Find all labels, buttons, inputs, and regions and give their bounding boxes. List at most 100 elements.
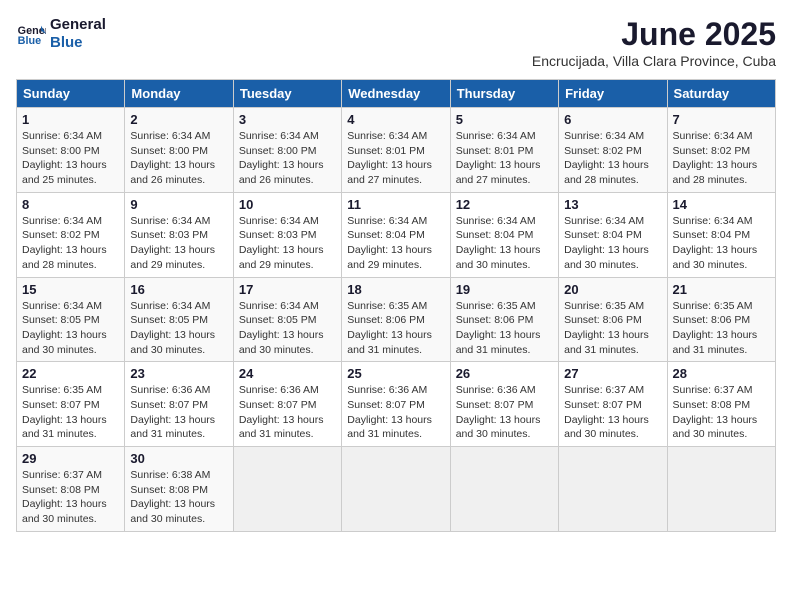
table-row: 20 Sunrise: 6:35 AMSunset: 8:06 PMDayligh… bbox=[559, 277, 667, 362]
day-number: 23 bbox=[130, 366, 227, 381]
header-tuesday: Tuesday bbox=[233, 80, 341, 108]
day-number: 4 bbox=[347, 112, 444, 127]
day-number: 2 bbox=[130, 112, 227, 127]
day-number: 27 bbox=[564, 366, 661, 381]
day-number: 12 bbox=[456, 197, 553, 212]
day-info: Sunrise: 6:34 AMSunset: 8:02 PMDaylight:… bbox=[564, 129, 661, 188]
day-number: 26 bbox=[456, 366, 553, 381]
day-info: Sunrise: 6:35 AMSunset: 8:06 PMDaylight:… bbox=[347, 299, 444, 358]
day-number: 29 bbox=[22, 451, 119, 466]
table-row: 6 Sunrise: 6:34 AMSunset: 8:02 PMDaylight… bbox=[559, 108, 667, 193]
table-row: 25 Sunrise: 6:36 AMSunset: 8:07 PMDayligh… bbox=[342, 362, 450, 447]
calendar-table: Sunday Monday Tuesday Wednesday Thursday… bbox=[16, 79, 776, 532]
day-info: Sunrise: 6:36 AMSunset: 8:07 PMDaylight:… bbox=[239, 383, 336, 442]
day-info: Sunrise: 6:34 AMSunset: 8:05 PMDaylight:… bbox=[239, 299, 336, 358]
day-info: Sunrise: 6:34 AMSunset: 8:04 PMDaylight:… bbox=[564, 214, 661, 273]
table-row: 12 Sunrise: 6:34 AMSunset: 8:04 PMDayligh… bbox=[450, 192, 558, 277]
day-number: 18 bbox=[347, 282, 444, 297]
day-info: Sunrise: 6:34 AMSunset: 8:02 PMDaylight:… bbox=[22, 214, 119, 273]
table-row: 13 Sunrise: 6:34 AMSunset: 8:04 PMDayligh… bbox=[559, 192, 667, 277]
day-info: Sunrise: 6:36 AMSunset: 8:07 PMDaylight:… bbox=[456, 383, 553, 442]
day-info: Sunrise: 6:37 AMSunset: 8:08 PMDaylight:… bbox=[22, 468, 119, 527]
table-row: 18 Sunrise: 6:35 AMSunset: 8:06 PMDayligh… bbox=[342, 277, 450, 362]
header-friday: Friday bbox=[559, 80, 667, 108]
table-row: 14 Sunrise: 6:34 AMSunset: 8:04 PMDayligh… bbox=[667, 192, 775, 277]
day-number: 13 bbox=[564, 197, 661, 212]
header-monday: Monday bbox=[125, 80, 233, 108]
day-number: 30 bbox=[130, 451, 227, 466]
title-block: June 2025 Encrucijada, Villa Clara Provi… bbox=[532, 16, 776, 69]
day-number: 7 bbox=[673, 112, 770, 127]
day-number: 9 bbox=[130, 197, 227, 212]
table-row: 1 Sunrise: 6:34 AMSunset: 8:00 PMDaylight… bbox=[17, 108, 125, 193]
table-row: 29 Sunrise: 6:37 AMSunset: 8:08 PMDayligh… bbox=[17, 447, 125, 532]
svg-text:Blue: Blue bbox=[18, 35, 41, 47]
day-number: 8 bbox=[22, 197, 119, 212]
day-info: Sunrise: 6:36 AMSunset: 8:07 PMDaylight:… bbox=[347, 383, 444, 442]
table-row: 21 Sunrise: 6:35 AMSunset: 8:06 PMDayligh… bbox=[667, 277, 775, 362]
header-wednesday: Wednesday bbox=[342, 80, 450, 108]
day-info: Sunrise: 6:34 AMSunset: 8:00 PMDaylight:… bbox=[130, 129, 227, 188]
day-number: 15 bbox=[22, 282, 119, 297]
day-info: Sunrise: 6:37 AMSunset: 8:08 PMDaylight:… bbox=[673, 383, 770, 442]
table-row: 9 Sunrise: 6:34 AMSunset: 8:03 PMDaylight… bbox=[125, 192, 233, 277]
day-info: Sunrise: 6:34 AMSunset: 8:04 PMDaylight:… bbox=[673, 214, 770, 273]
day-number: 3 bbox=[239, 112, 336, 127]
day-number: 1 bbox=[22, 112, 119, 127]
table-row: 19Sunrise: 6:35 AMSunset: 8:06 PMDayligh… bbox=[450, 277, 558, 362]
table-row: 7 Sunrise: 6:34 AMSunset: 8:02 PMDaylight… bbox=[667, 108, 775, 193]
day-number: 25 bbox=[347, 366, 444, 381]
logo-icon: General Blue bbox=[16, 19, 46, 49]
day-number: 6 bbox=[564, 112, 661, 127]
page-header: General Blue General Blue June 2025 Encr… bbox=[16, 16, 776, 69]
table-row: 10 Sunrise: 6:34 AMSunset: 8:03 PMDayligh… bbox=[233, 192, 341, 277]
table-row bbox=[450, 447, 558, 532]
table-row: 28 Sunrise: 6:37 AMSunset: 8:08 PMDayligh… bbox=[667, 362, 775, 447]
header-saturday: Saturday bbox=[667, 80, 775, 108]
day-info: Sunrise: 6:34 AMSunset: 8:00 PMDaylight:… bbox=[22, 129, 119, 188]
day-info: Sunrise: 6:34 AMSunset: 8:03 PMDaylight:… bbox=[239, 214, 336, 273]
header-thursday: Thursday bbox=[450, 80, 558, 108]
day-number: 21 bbox=[673, 282, 770, 297]
table-row: 5 Sunrise: 6:34 AMSunset: 8:01 PMDaylight… bbox=[450, 108, 558, 193]
day-info: Sunrise: 6:34 AMSunset: 8:05 PMDaylight:… bbox=[22, 299, 119, 358]
table-row bbox=[667, 447, 775, 532]
table-row bbox=[559, 447, 667, 532]
day-number: 10 bbox=[239, 197, 336, 212]
day-number: 16 bbox=[130, 282, 227, 297]
day-number: 19 bbox=[456, 282, 553, 297]
day-number: 20 bbox=[564, 282, 661, 297]
day-info: Sunrise: 6:34 AMSunset: 8:01 PMDaylight:… bbox=[456, 129, 553, 188]
table-row: 2 Sunrise: 6:34 AMSunset: 8:00 PMDaylight… bbox=[125, 108, 233, 193]
day-number: 17 bbox=[239, 282, 336, 297]
table-row: 3Sunrise: 6:34 AMSunset: 8:00 PMDaylight… bbox=[233, 108, 341, 193]
table-row: 24 Sunrise: 6:36 AMSunset: 8:07 PMDayligh… bbox=[233, 362, 341, 447]
day-info: Sunrise: 6:34 AMSunset: 8:05 PMDaylight:… bbox=[130, 299, 227, 358]
day-info: Sunrise: 6:35 AMSunset: 8:06 PMDaylight:… bbox=[564, 299, 661, 358]
table-row: 8 Sunrise: 6:34 AMSunset: 8:02 PMDaylight… bbox=[17, 192, 125, 277]
table-row: 11Sunrise: 6:34 AMSunset: 8:04 PMDayligh… bbox=[342, 192, 450, 277]
day-info: Sunrise: 6:36 AMSunset: 8:07 PMDaylight:… bbox=[130, 383, 227, 442]
table-row bbox=[233, 447, 341, 532]
table-row: 27Sunrise: 6:37 AMSunset: 8:07 PMDayligh… bbox=[559, 362, 667, 447]
day-info: Sunrise: 6:34 AMSunset: 8:01 PMDaylight:… bbox=[347, 129, 444, 188]
day-number: 5 bbox=[456, 112, 553, 127]
logo-line1: General bbox=[50, 16, 106, 34]
table-row bbox=[342, 447, 450, 532]
day-number: 14 bbox=[673, 197, 770, 212]
calendar-subtitle: Encrucijada, Villa Clara Province, Cuba bbox=[532, 53, 776, 69]
day-info: Sunrise: 6:38 AMSunset: 8:08 PMDaylight:… bbox=[130, 468, 227, 527]
calendar-header-row: Sunday Monday Tuesday Wednesday Thursday… bbox=[17, 80, 776, 108]
day-number: 28 bbox=[673, 366, 770, 381]
table-row: 26 Sunrise: 6:36 AMSunset: 8:07 PMDayligh… bbox=[450, 362, 558, 447]
calendar-title: June 2025 bbox=[532, 16, 776, 53]
day-info: Sunrise: 6:35 AMSunset: 8:06 PMDaylight:… bbox=[673, 299, 770, 358]
table-row: 4 Sunrise: 6:34 AMSunset: 8:01 PMDaylight… bbox=[342, 108, 450, 193]
day-info: Sunrise: 6:34 AMSunset: 8:02 PMDaylight:… bbox=[673, 129, 770, 188]
header-sunday: Sunday bbox=[17, 80, 125, 108]
day-info: Sunrise: 6:34 AMSunset: 8:04 PMDaylight:… bbox=[456, 214, 553, 273]
table-row: 22Sunrise: 6:35 AMSunset: 8:07 PMDayligh… bbox=[17, 362, 125, 447]
day-number: 24 bbox=[239, 366, 336, 381]
table-row: 23 Sunrise: 6:36 AMSunset: 8:07 PMDayligh… bbox=[125, 362, 233, 447]
day-info: Sunrise: 6:34 AMSunset: 8:03 PMDaylight:… bbox=[130, 214, 227, 273]
